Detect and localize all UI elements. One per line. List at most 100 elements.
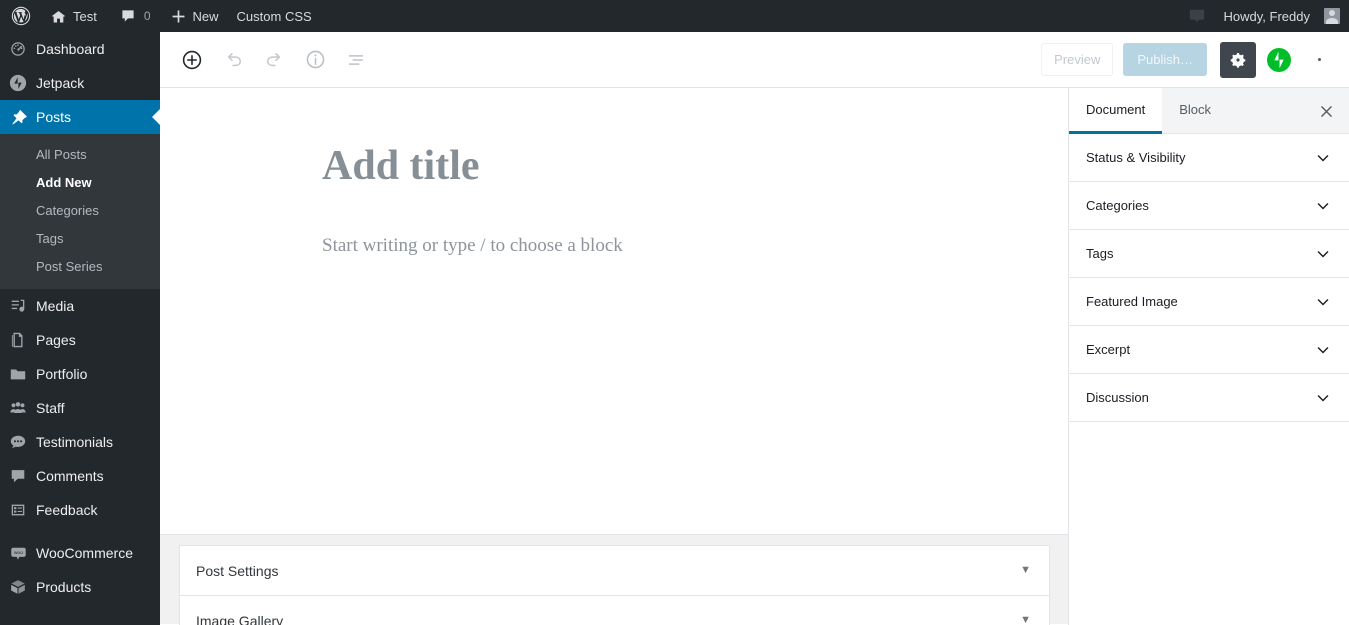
sidebar-item-label: Products (36, 579, 92, 595)
panel-title: Discussion (1086, 390, 1149, 405)
menu-separator (0, 527, 160, 536)
sidebar-item-posts[interactable]: Posts (0, 100, 160, 134)
block-editor: Preview Publish… Add title Start writing… (160, 32, 1349, 625)
comments-menu[interactable]: 0 (106, 0, 161, 32)
admin-bar-right-group: Howdy, Freddy (1179, 0, 1349, 32)
sidebar-item-portfolio[interactable]: Portfolio (0, 357, 160, 391)
ellipsis-vertical-icon (1317, 58, 1321, 61)
sidebar-item-dashboard[interactable]: Dashboard (0, 32, 160, 66)
panel-title: Featured Image (1086, 294, 1178, 309)
sidebar-item-label: Portfolio (36, 366, 88, 382)
posts-submenu: All Posts Add New Categories Tags Post S… (0, 134, 160, 289)
media-icon (0, 297, 36, 315)
add-block-button[interactable] (174, 42, 210, 78)
portfolio-folder-icon (0, 365, 36, 383)
undo-button[interactable] (215, 42, 251, 78)
panel-title: Excerpt (1086, 342, 1131, 357)
jetpack-notifications-icon (1188, 7, 1206, 25)
new-content-menu[interactable]: New (161, 0, 228, 32)
panel-excerpt[interactable]: Excerpt (1069, 326, 1349, 374)
settings-sidebar-tabs: Document Block (1069, 88, 1349, 134)
sidebar-item-media[interactable]: Media (0, 289, 160, 323)
default-block-input[interactable]: Start writing or type / to choose a bloc… (322, 231, 932, 261)
woocommerce-icon: woo (0, 544, 36, 563)
sidebar-item-testimonials[interactable]: Testimonials (0, 425, 160, 459)
howdy-label: Howdy, Freddy (1223, 8, 1310, 24)
close-x-icon (1318, 103, 1335, 120)
metabox-title: Post Settings (196, 562, 279, 579)
metabox-header[interactable]: Post Settings ▼ (180, 546, 1049, 595)
my-account-menu[interactable]: Howdy, Freddy (1215, 0, 1349, 32)
sidebar-item-staff[interactable]: Staff (0, 391, 160, 425)
settings-gear-button[interactable] (1220, 41, 1256, 78)
jetpack-icon (0, 74, 36, 92)
chevron-down-icon (1313, 340, 1333, 360)
editor-layout: Add title Start writing or type / to cho… (160, 88, 1349, 625)
sidebar-item-pages[interactable]: Pages (0, 323, 160, 357)
plus-circle-icon (180, 48, 204, 72)
info-circle-icon (304, 48, 327, 71)
panel-featured-image[interactable]: Featured Image (1069, 278, 1349, 326)
tab-document[interactable]: Document (1069, 88, 1163, 134)
sidebar-item-tags[interactable]: Tags (0, 225, 160, 253)
custom-css-menu[interactable]: Custom CSS (228, 0, 321, 32)
sidebar-item-jetpack[interactable]: Jetpack (0, 66, 160, 100)
sidebar-item-feedback[interactable]: Feedback (0, 493, 160, 527)
triangle-down-icon[interactable]: ▼ (1014, 561, 1037, 580)
content-structure-button[interactable] (297, 42, 333, 78)
sidebar-item-products[interactable]: Products (0, 570, 160, 604)
sidebar-item-all-posts[interactable]: All Posts (0, 141, 160, 169)
sidebar-item-categories[interactable]: Categories (0, 197, 160, 225)
undo-arrow-icon (222, 48, 245, 71)
editor-canvas[interactable]: Add title Start writing or type / to cho… (160, 88, 1068, 535)
plus-icon (170, 8, 187, 25)
chevron-down-icon (1313, 388, 1333, 408)
metabox-post-settings: Post Settings ▼ (179, 545, 1050, 596)
panel-discussion[interactable]: Discussion (1069, 374, 1349, 422)
panel-title: Categories (1086, 198, 1149, 213)
jetpack-button[interactable] (1261, 42, 1297, 78)
home-icon (50, 8, 67, 25)
site-name-menu[interactable]: Test (41, 0, 106, 32)
list-view-icon (345, 49, 367, 71)
sidebar-item-label: Jetpack (36, 75, 85, 91)
jetpack-notifications-button[interactable] (1179, 0, 1215, 32)
more-options-button[interactable] (1301, 42, 1337, 78)
redo-arrow-icon (263, 48, 286, 71)
site-name-label: Test (73, 8, 97, 24)
dashboard-gauge-icon (0, 40, 36, 58)
redo-button[interactable] (256, 42, 292, 78)
sidebar-item-post-series[interactable]: Post Series (0, 253, 160, 281)
close-sidebar-button[interactable] (1303, 88, 1349, 134)
sidebar-item-comments[interactable]: Comments (0, 459, 160, 493)
wordpress-logo-button[interactable] (0, 0, 41, 32)
metabox-header[interactable]: Image Gallery ▼ (180, 596, 1049, 625)
editor-main-column: Add title Start writing or type / to cho… (160, 88, 1068, 625)
sidebar-item-label: Comments (36, 468, 104, 484)
panel-status-and-visibility[interactable]: Status & Visibility (1069, 134, 1349, 182)
panel-tags[interactable]: Tags (1069, 230, 1349, 278)
tab-block[interactable]: Block (1162, 88, 1228, 134)
gear-icon (1228, 50, 1248, 70)
publish-button[interactable]: Publish… (1123, 43, 1207, 76)
block-navigation-button[interactable] (338, 42, 374, 78)
comment-bubble-icon (0, 467, 36, 485)
editor-toolbar-right: Preview Publish… (1041, 41, 1337, 78)
post-title-input[interactable]: Add title (322, 140, 932, 193)
settings-sidebar: Document Block Status & Visibility Categ… (1068, 88, 1349, 625)
sidebar-item-label: Feedback (36, 502, 98, 518)
products-box-icon (0, 578, 36, 596)
sidebar-item-label: Posts (36, 109, 72, 125)
metabox-image-gallery: Image Gallery ▼ (179, 596, 1050, 625)
preview-button[interactable]: Preview (1041, 43, 1114, 76)
triangle-down-icon[interactable]: ▼ (1014, 611, 1037, 625)
sidebar-item-woocommerce[interactable]: woo WooCommerce (0, 536, 160, 570)
sidebar-item-add-new[interactable]: Add New (0, 169, 160, 197)
panel-categories[interactable]: Categories (1069, 182, 1349, 230)
chevron-down-icon (1313, 292, 1333, 312)
pages-icon (0, 331, 36, 349)
sidebar-item-label: WooCommerce (36, 545, 133, 561)
jetpack-bolt-icon (1267, 47, 1291, 72)
chevron-down-icon (1313, 196, 1333, 216)
admin-bar: Test 0 New Custom CSS Howdy, Freddy (0, 0, 1349, 32)
